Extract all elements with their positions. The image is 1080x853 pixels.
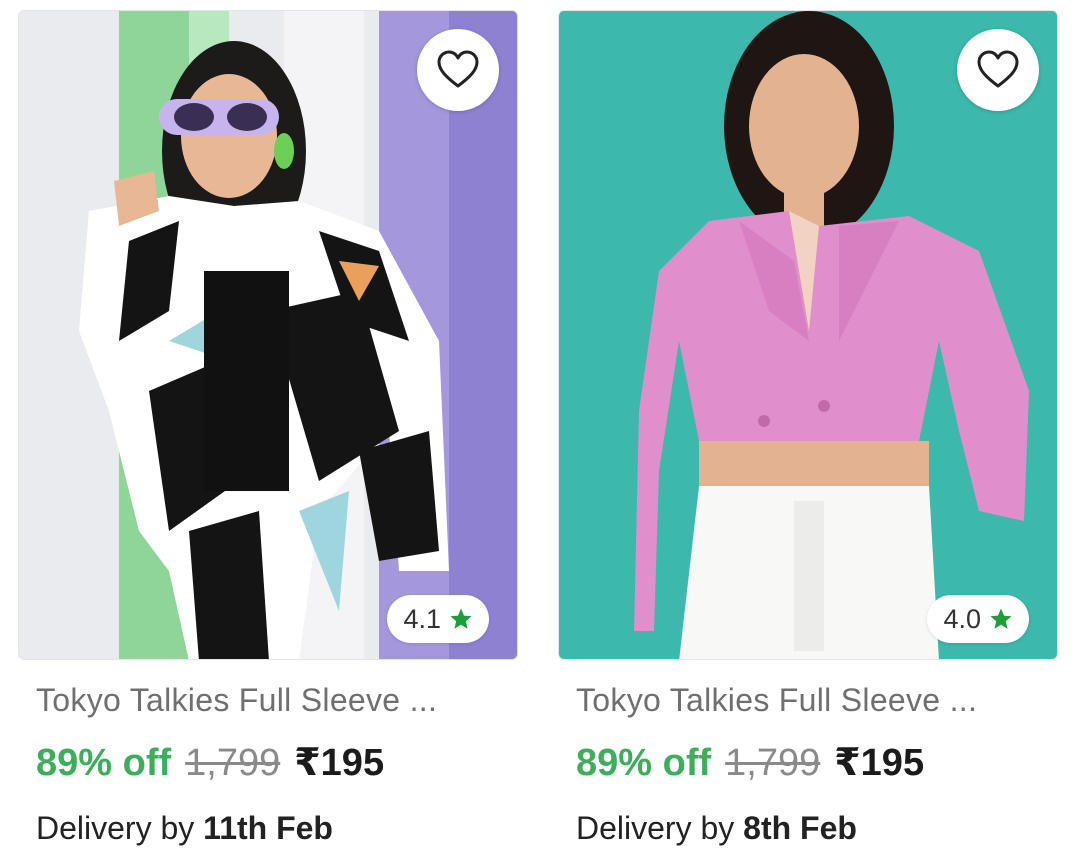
product-card[interactable]: 4.0 Tokyo Talkies Full Sleeve ... 89% of… — [558, 10, 1058, 850]
rating-value: 4.0 — [943, 603, 981, 634]
product-image[interactable]: 4.1 — [18, 10, 518, 660]
delivery-date: 11th Feb — [203, 810, 333, 846]
price-row: 89% off 1,799 ₹195 — [576, 740, 924, 785]
rating-badge: 4.1 — [387, 595, 489, 643]
delivery-prefix: Delivery by — [576, 810, 744, 846]
discount-label: 89% off — [36, 742, 172, 784]
wishlist-button[interactable] — [957, 29, 1039, 111]
product-image[interactable]: 4.0 — [558, 10, 1058, 660]
product-title[interactable]: Tokyo Talkies Full Sleeve ... — [36, 682, 506, 719]
product-card[interactable]: 4.1 Tokyo Talkies Full Sleeve ... 89% of… — [18, 10, 518, 850]
delivery-date: 8th Feb — [743, 810, 857, 846]
product-title[interactable]: Tokyo Talkies Full Sleeve ... — [576, 682, 1046, 719]
star-icon — [450, 608, 472, 629]
rating-value: 4.1 — [403, 603, 441, 634]
original-price: 1,799 — [185, 742, 281, 784]
star-icon — [990, 608, 1012, 629]
delivery-prefix: Delivery by — [36, 810, 204, 846]
heart-outline-icon — [977, 50, 1019, 88]
sale-price: ₹195 — [294, 742, 385, 784]
heart-outline-icon — [437, 50, 479, 88]
discount-label: 89% off — [576, 742, 712, 784]
original-price: 1,799 — [725, 742, 821, 784]
rating-badge: 4.0 — [927, 595, 1029, 643]
delivery-info: Delivery by 11th Feb — [36, 810, 333, 847]
sale-price: ₹195 — [834, 742, 925, 784]
wishlist-button[interactable] — [417, 29, 499, 111]
delivery-info: Delivery by 8th Feb — [576, 810, 857, 847]
price-row: 89% off 1,799 ₹195 — [36, 740, 384, 785]
